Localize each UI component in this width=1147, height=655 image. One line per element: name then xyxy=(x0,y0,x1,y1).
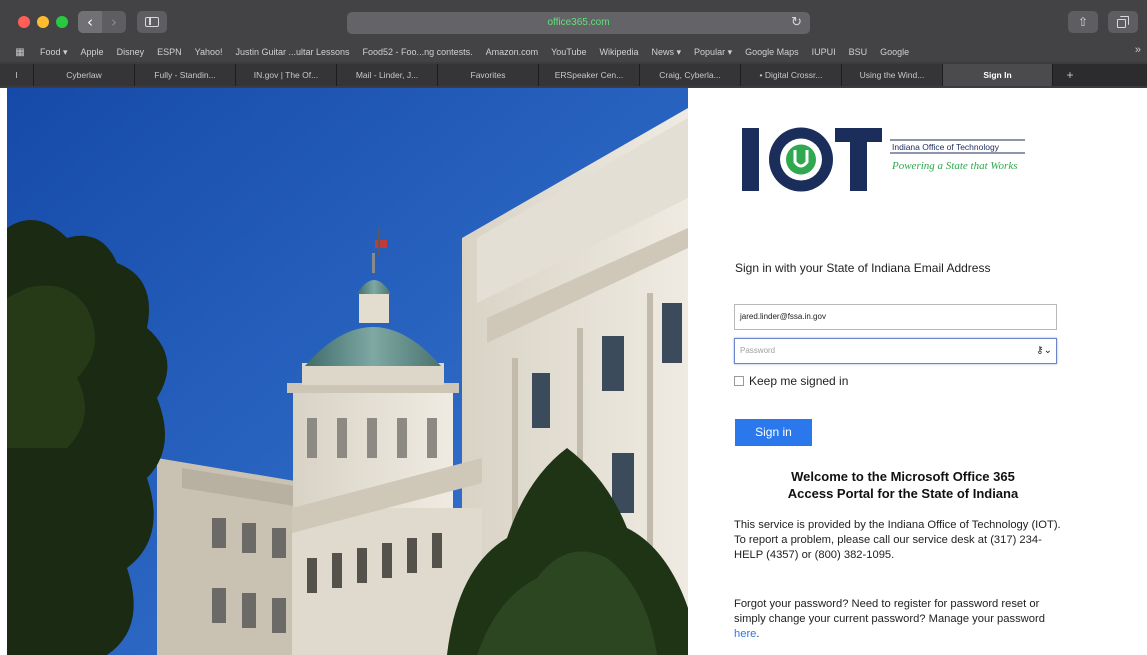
address-bar[interactable]: office365.com ↻ xyxy=(347,12,810,34)
statehouse-photo xyxy=(7,88,688,655)
signin-button[interactable]: Sign in xyxy=(735,419,812,446)
close-window-button[interactable] xyxy=(18,16,30,28)
forward-icon[interactable]: › xyxy=(102,11,126,33)
bookmark-item[interactable]: News ▾ xyxy=(652,47,682,58)
forgot-password-text: Forgot your password? Need to register f… xyxy=(734,597,1064,643)
forgot-password-suffix: . xyxy=(756,628,760,641)
bookmark-item[interactable]: Popular ▾ xyxy=(694,47,732,58)
zoom-window-button[interactable] xyxy=(56,16,68,28)
browser-chrome: ‹ › office365.com ↻ ⇧ ▦ Food ▾ Apple Dis… xyxy=(0,0,1147,88)
address-text: office365.com xyxy=(547,17,610,28)
signin-pane: Indiana Office of Technology Powering a … xyxy=(688,88,1147,655)
manage-password-link[interactable]: here xyxy=(734,628,756,640)
logo-org-name: Indiana Office of Technology xyxy=(892,142,1000,152)
service-info-text: This service is provided by the Indiana … xyxy=(734,519,1061,562)
bookmark-item[interactable]: ESPN xyxy=(157,47,182,57)
browser-tab[interactable]: IN.gov | The Of... xyxy=(236,64,337,86)
email-field[interactable]: jared.linder@fssa.in.gov xyxy=(734,304,1057,330)
browser-tab[interactable]: Cyberlaw xyxy=(34,64,135,86)
logo-tagline: Powering a State that Works xyxy=(891,160,1017,172)
bookmark-item[interactable]: Wikipedia xyxy=(600,47,639,57)
bookmark-item[interactable]: Apple xyxy=(81,47,104,57)
keep-signed-in-label: Keep me signed in xyxy=(749,374,849,388)
sidebar-icon xyxy=(145,17,159,27)
bookmark-item[interactable]: Disney xyxy=(117,47,145,57)
bookmark-item[interactable]: Justin Guitar ...ultar Lessons xyxy=(235,47,349,57)
bookmark-item[interactable]: YouTube xyxy=(551,47,586,57)
page-content: Indiana Office of Technology Powering a … xyxy=(0,88,1147,655)
reload-icon[interactable]: ↻ xyxy=(791,12,802,34)
browser-tab[interactable]: Craig, Cyberla... xyxy=(640,64,741,86)
show-tabs-icon[interactable] xyxy=(1108,11,1138,33)
browser-tab-active[interactable]: Sign In xyxy=(943,64,1053,86)
browser-toolbar: ‹ › office365.com ↻ ⇧ xyxy=(0,0,1147,42)
password-placeholder: Password xyxy=(740,346,776,355)
welcome-heading: Welcome to the Microsoft Office 365 Acce… xyxy=(728,468,1078,502)
bookmark-item[interactable]: Yahoo! xyxy=(195,47,223,57)
key-dropdown-icon[interactable]: ⚷⌄ xyxy=(1036,339,1052,363)
back-icon[interactable]: ‹ xyxy=(78,11,102,33)
browser-tab[interactable]: ERSpeaker Cen... xyxy=(539,64,640,86)
minimize-window-button[interactable] xyxy=(37,16,49,28)
bookmarks-bar: ▦ Food ▾ Apple Disney ESPN Yahoo! Justin… xyxy=(0,42,1147,62)
browser-tab[interactable]: Using the Wind... xyxy=(842,64,943,86)
forgot-password-prefix: Forgot your password? Need to register f… xyxy=(734,598,1045,626)
bookmark-item[interactable]: Google Maps xyxy=(745,47,799,57)
browser-tab[interactable]: Mail - Linder, J... xyxy=(337,64,438,86)
bookmark-item[interactable]: Google xyxy=(880,47,909,57)
tab-bar: I Cyberlaw Fully - Standin... IN.gov | T… xyxy=(0,64,1147,86)
sidebar-toggle-button[interactable] xyxy=(137,11,167,33)
signin-heading: Sign in with your State of Indiana Email… xyxy=(735,261,991,275)
bookmark-item[interactable]: BSU xyxy=(849,47,868,57)
keep-signed-in-checkbox[interactable] xyxy=(734,376,744,386)
more-bookmarks-icon[interactable]: » xyxy=(1135,44,1141,56)
new-tab-icon[interactable]: + xyxy=(1053,64,1087,86)
nav-buttons: ‹ › xyxy=(78,11,126,33)
top-sites-icon[interactable]: ▦ xyxy=(0,47,40,58)
browser-tab[interactable]: Fully - Standin... xyxy=(135,64,236,86)
welcome-line-2: Access Portal for the State of Indiana xyxy=(787,486,1019,501)
bookmark-item[interactable]: Amazon.com xyxy=(486,47,539,57)
welcome-line-1: Welcome to the Microsoft Office 365 xyxy=(791,469,1015,484)
keep-signed-in[interactable]: Keep me signed in xyxy=(734,374,848,388)
bookmark-item[interactable]: IUPUI xyxy=(812,47,836,57)
browser-tab[interactable]: I xyxy=(0,64,34,86)
browser-tab[interactable]: • Digital Crossr... xyxy=(741,64,842,86)
bookmark-item[interactable]: Food ▾ xyxy=(40,47,68,58)
password-field[interactable]: Password ⚷⌄ xyxy=(734,338,1057,364)
browser-tab[interactable]: Favorites xyxy=(438,64,539,86)
iot-logo: Indiana Office of Technology Powering a … xyxy=(742,127,1025,192)
share-icon[interactable]: ⇧ xyxy=(1068,11,1098,33)
bookmark-item[interactable]: Food52 - Foo...ng contests. xyxy=(363,47,473,57)
